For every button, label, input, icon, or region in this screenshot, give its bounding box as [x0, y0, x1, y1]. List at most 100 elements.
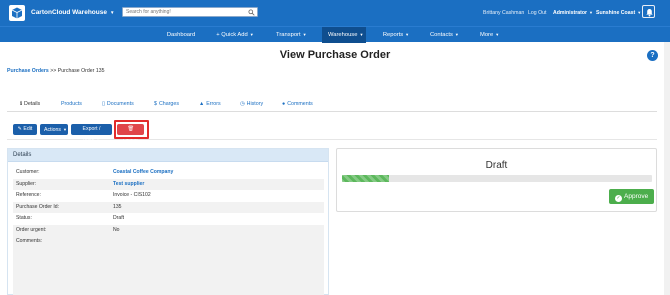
chevron-down-icon: ▼ [109, 10, 115, 15]
details-panel: Details Customer: Coastal Coffee Company… [7, 148, 329, 295]
tab-comments[interactable]: ● Comments [282, 101, 313, 107]
company-menu[interactable]: Sunshine Coast ▼ [596, 10, 641, 16]
info-icon: ℹ [20, 101, 23, 107]
edit-label: Edit [23, 126, 33, 132]
tab-charges[interactable]: $ Charges [154, 101, 179, 107]
tab-label: Details [24, 101, 41, 107]
edit-button[interactable]: ✎ Edit [13, 124, 37, 135]
clock-icon: ◷ [240, 101, 245, 107]
nav-warehouse[interactable]: Warehouse ▼ [322, 27, 366, 43]
nav-label: Reports [382, 32, 404, 38]
actions-label: Actions [44, 127, 62, 133]
detail-value: No [113, 226, 120, 233]
export-view-dropdown-button[interactable]: Export / View ▼ [71, 124, 112, 144]
user-name-link[interactable]: Brittany Cashman [483, 10, 524, 16]
detail-label: Order urgent: [16, 226, 47, 233]
chevron-down-icon: ▼ [302, 32, 307, 37]
approve-label: Approve [624, 193, 649, 200]
chevron-down-icon: ▼ [454, 32, 459, 37]
tab-label: Products [61, 101, 82, 107]
chevron-down-icon: ▼ [63, 127, 67, 132]
tab-label: Comments [287, 101, 313, 107]
status-panel: Draft ✓ Approve [336, 148, 657, 212]
cartoncloud-logo-icon[interactable] [9, 5, 25, 21]
comments-label: Comments: [16, 238, 43, 244]
tab-products[interactable]: Products [61, 101, 82, 107]
search-icon[interactable] [248, 9, 255, 16]
notifications-button[interactable] [642, 5, 655, 18]
warning-icon: ▲ [199, 101, 205, 107]
status-title: Draft [485, 160, 508, 171]
tab-details[interactable]: ℹ Details [20, 101, 40, 107]
search-box[interactable] [122, 7, 258, 17]
nav-label: Transport [276, 32, 301, 38]
tab-label: Errors [206, 101, 221, 107]
breadcrumb-separator: >> [50, 68, 57, 74]
action-toolbar: ✎ Edit Actions ▼ Export / View ▼ 🗑 Delete [7, 118, 657, 144]
chevron-down-icon: ▼ [589, 10, 593, 15]
detail-label: Supplier: [16, 180, 37, 187]
breadcrumb-purchase-orders[interactable]: Purchase Orders [7, 68, 49, 74]
nav-reports[interactable]: Reports ▼ [376, 27, 416, 43]
document-icon: ▯ [102, 101, 105, 107]
nav-label: Contacts [430, 32, 453, 38]
dollar-icon: $ [154, 101, 157, 107]
detail-value: 135 [113, 203, 122, 210]
supplier-link[interactable]: Test supplier [113, 179, 144, 191]
tab-errors[interactable]: ▲ Errors [199, 101, 221, 107]
detail-row-supplier: Supplier: Test supplier [13, 178, 324, 191]
detail-label: Purchase Order Id: [16, 203, 60, 210]
details-heading: Details [8, 149, 328, 162]
detail-value: Draft [113, 215, 125, 221]
page-scrollbar[interactable] [664, 42, 670, 295]
progress-fill [342, 175, 389, 182]
app-switcher[interactable]: CartonCloud Warehouse ▼ [31, 9, 114, 16]
detail-value: Invoice - CIS102 [113, 192, 151, 198]
check-circle-icon: ✓ [615, 195, 622, 202]
breadcrumb-current: Purchase Order 135 [57, 68, 105, 74]
tab-label: Charges [158, 101, 179, 107]
status-progress-bar [342, 175, 652, 182]
chevron-down-icon: ▼ [495, 32, 500, 37]
nav-quick-add[interactable]: + Quick Add ▼ [210, 27, 260, 43]
page-title: View Purchase Order [279, 49, 391, 61]
detail-label: Status: [16, 215, 32, 221]
actions-dropdown-button[interactable]: Actions ▼ [40, 124, 68, 135]
detail-row-reference: Reference: Invoice - CIS102 [13, 190, 324, 202]
comment-icon: ● [282, 101, 286, 107]
approve-button[interactable]: ✓ Approve [609, 189, 655, 204]
logout-link[interactable]: Log Out [528, 10, 546, 16]
detail-row-order-urgent: Order urgent: No [13, 224, 324, 236]
nav-label: Warehouse [328, 32, 358, 38]
nav-label: Dashboard [166, 32, 196, 38]
role-menu[interactable]: Administrator ▼ [553, 10, 593, 16]
chevron-down-icon: ▼ [249, 32, 254, 37]
nav-contacts[interactable]: Contacts ▼ [424, 27, 464, 43]
detail-label: Reference: [16, 192, 41, 198]
customer-link[interactable]: Coastal Coffee Company [113, 167, 173, 179]
tab-bar: ℹ Details Products ▯ Documents $ Charges ▲ E… [7, 98, 657, 112]
help-icon[interactable]: ? [647, 50, 658, 61]
tab-label: Documents [106, 101, 134, 107]
detail-row-customer: Customer: Coastal Coffee Company [13, 167, 324, 179]
nav-more[interactable]: More ▼ [474, 27, 502, 43]
tab-label: History [246, 101, 264, 107]
bell-icon [646, 9, 653, 17]
chevron-down-icon: ▼ [359, 32, 364, 37]
nav-label: More [480, 32, 494, 38]
nav-dashboard[interactable]: Dashboard [160, 27, 202, 43]
chevron-down-icon: ▼ [405, 32, 410, 37]
detail-row-status: Status: Draft [13, 213, 324, 225]
search-input[interactable] [123, 8, 243, 16]
company-label: Sunshine Coast [596, 10, 636, 16]
tab-history[interactable]: ◷ History [240, 101, 263, 107]
nav-transport[interactable]: Transport ▼ [270, 27, 312, 43]
detail-label: Customer: [16, 169, 40, 175]
role-label: Administrator [553, 10, 588, 16]
detail-row-purchase-order-id: Purchase Order Id: 135 [13, 201, 324, 213]
chevron-down-icon: ▼ [96, 138, 101, 143]
comments-box: Comments: [13, 236, 324, 295]
top-bar: CartonCloud Warehouse▼ Brittany Cashman … [0, 0, 670, 26]
nav-label: + Quick Add [216, 32, 248, 38]
tab-documents[interactable]: ▯ Documents [102, 101, 134, 107]
